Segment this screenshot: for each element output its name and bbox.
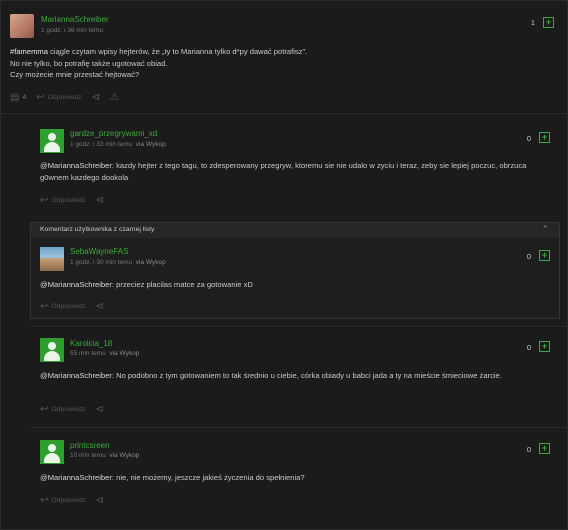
entry-panel: MariannaSchreiber 1 godz. i 36 min temu … [0,0,568,530]
reply-icon[interactable]: ↩ [40,495,48,506]
share-icon[interactable]: ⊲ [95,301,103,312]
vote-count: 0 [526,252,531,261]
entry-time: 1 godz. i 36 min temu [41,27,104,34]
commenter-name[interactable]: printcsreen [70,441,110,450]
comment-meta: 1 godz. i 30 min temu via Wykop [70,259,166,266]
user-mention[interactable]: @MariannaSchreiber [40,371,112,380]
reply-button[interactable]: Odpowiedz [51,406,85,413]
upvote-button[interactable]: + [539,132,550,143]
divider [30,427,567,428]
user-mention[interactable]: @MariannaSchreiber [40,280,112,289]
upvote-button[interactable]: + [543,17,554,28]
commenter-name[interactable]: gardze_przegrywami_xd [70,129,157,138]
vote-count: 0 [526,445,531,454]
commenter-name[interactable]: Karolcia_18 [70,339,112,348]
hashtag-link[interactable]: #famemma [10,47,48,56]
blacklist-header[interactable]: Komentarz użytkownika z czarnej listy ⌃ [31,223,559,238]
entry-body: #famemma ciągle czytam wpisy hejterów, ż… [10,46,530,81]
vote-count: 1 [530,18,535,27]
reply-icon[interactable]: ↩ [40,404,48,415]
reply-icon[interactable]: ↩ [36,92,44,103]
divider [1,113,567,114]
blacklisted-comment: Komentarz użytkownika z czarnej listy ⌃ [30,222,560,319]
reply-button[interactable]: Odpowiedz [51,197,85,204]
entry-line: Czy możecie mnie przestać hejtować? [10,70,140,79]
commenter-avatar[interactable] [40,247,64,271]
commenter-name[interactable]: SebaWayneFAS [70,247,128,256]
reply-button[interactable]: Odpowiedz [51,497,85,504]
commenter-avatar[interactable] [40,338,64,362]
user-mention[interactable]: @MariannaSchreiber [40,473,112,482]
reply-icon[interactable]: ↩ [40,195,48,206]
author-name[interactable]: MariannaSchreiber [41,15,109,24]
comment-actions: ↩ Odpowiedz ⊲ [40,300,107,312]
upvote-button[interactable]: + [539,250,550,261]
comment-meta: 10 min temu via Wykop [70,452,140,459]
reply-button[interactable]: Odpowiedz [51,303,85,310]
entry-line: No nie tylko, bo potrafię także ugotować… [10,58,168,68]
user-mention[interactable]: @MariannaSchreiber [40,161,112,170]
comments-icon[interactable]: ▤ [10,92,19,103]
commenter-avatar[interactable] [40,440,64,464]
reply-button[interactable]: Odpowiedz [48,94,82,101]
blacklist-label: Komentarz użytkownika z czarnej listy [40,226,155,233]
comment-body: @MariannaSchreiber: No podobno z tym got… [40,371,502,380]
share-icon[interactable]: ⊲ [95,404,103,415]
upvote-button[interactable]: + [539,443,550,454]
comment-count: 4 [22,93,27,101]
comment-body: @MariannaSchreiber: przeciez placilas ma… [40,280,253,289]
comment-body: @MariannaSchreiber: kazdy hejter z tego … [40,161,527,182]
divider [30,326,567,327]
entry-actions: ▤ 4 ↩ Odpowiedz ⊲ ⚠ [10,91,122,103]
entry-line: ciągle czytam wpisy hejterów, że „ty to … [47,47,308,56]
comment-actions: ↩ Odpowiedz ⊲ [40,194,107,206]
share-icon[interactable]: ⊲ [92,92,100,103]
comment-body: @MariannaSchreiber: nie, nie możemy, jes… [40,473,305,482]
author-avatar[interactable] [10,14,34,38]
comment-meta: 1 godz. i 33 min temu via Wykop [70,141,166,148]
chevron-up-icon[interactable]: ⌃ [541,224,549,235]
comment-meta: 55 min temu via Wykop [70,350,140,357]
share-icon[interactable]: ⊲ [95,495,103,506]
share-icon[interactable]: ⊲ [95,195,103,206]
vote-count: 0 [526,134,531,143]
commenter-avatar[interactable] [40,129,64,153]
comment-actions: ↩ Odpowiedz ⊲ [40,494,107,506]
vote-count: 0 [526,343,531,352]
bell-icon[interactable]: ⚠ [110,92,119,103]
upvote-button[interactable]: + [539,341,550,352]
reply-icon[interactable]: ↩ [40,301,48,312]
comment-actions: ↩ Odpowiedz ⊲ [40,403,107,415]
